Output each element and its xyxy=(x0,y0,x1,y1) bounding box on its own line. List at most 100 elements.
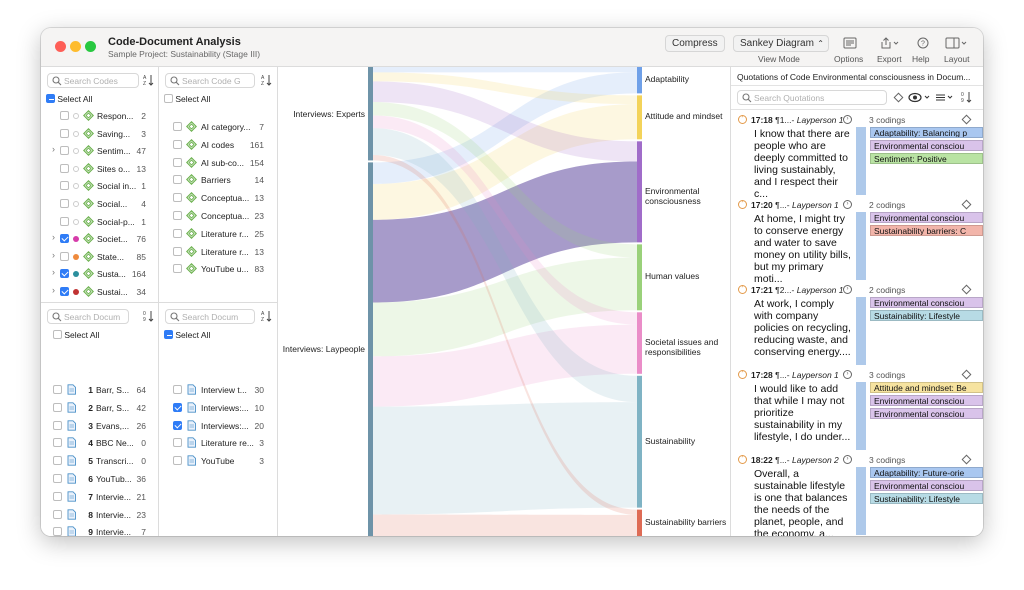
document-checkbox[interactable] xyxy=(53,509,62,519)
code-group-checkbox[interactable] xyxy=(173,139,182,149)
code-groups-search-input[interactable] xyxy=(182,75,252,86)
document-row[interactable]: 4 BBC Ne... 0 xyxy=(41,436,158,450)
eye-icon[interactable] xyxy=(908,92,932,103)
coding-tag[interactable]: Sustainability barriers: C xyxy=(870,225,983,236)
sankey-source-node[interactable] xyxy=(368,162,373,536)
document-checkbox[interactable] xyxy=(53,474,62,483)
documents-search[interactable] xyxy=(47,309,129,324)
sankey-target-node[interactable] xyxy=(637,244,642,311)
code-checkbox[interactable] xyxy=(60,234,69,244)
code-row[interactable]: › Sentim... 47 xyxy=(41,144,158,158)
coding-tag[interactable]: Environmental consciou xyxy=(870,408,983,419)
coding-tag[interactable]: Attitude and mindset: Be xyxy=(870,382,983,393)
document-groups-select-all[interactable]: Select All xyxy=(164,330,210,342)
chevron-right-icon[interactable]: › xyxy=(52,250,55,260)
code-row[interactable]: Respon... 2 xyxy=(41,109,158,123)
code-checkbox[interactable] xyxy=(60,269,69,279)
code-groups-search[interactable] xyxy=(165,73,255,88)
code-group-checkbox[interactable] xyxy=(173,211,182,220)
document-group-checkbox[interactable] xyxy=(173,420,182,430)
document-checkbox[interactable] xyxy=(53,527,62,536)
sankey-target-node[interactable] xyxy=(637,509,642,536)
code-group-row[interactable]: Barriers 14 xyxy=(159,173,277,187)
code-groups-select-all[interactable]: Select All xyxy=(164,94,210,106)
coding-tag[interactable]: Adaptability: Balancing p xyxy=(870,127,983,138)
sort-az-icon[interactable]: AZ xyxy=(261,74,272,86)
coding-tag[interactable]: Environmental consciou xyxy=(870,395,983,406)
document-group-checkbox[interactable] xyxy=(173,402,182,412)
sankey-target-node[interactable] xyxy=(637,312,642,374)
code-group-checkbox[interactable] xyxy=(173,228,182,238)
document-group-checkbox[interactable] xyxy=(173,438,182,448)
quotation-card[interactable]: ” 17:20 ¶...- Layperson 1 › At home, I migh… xyxy=(731,198,983,285)
document-row[interactable]: 8 Intervie... 23 xyxy=(41,508,158,522)
document-row[interactable]: 9 Intervie... 7 xyxy=(41,525,158,536)
code-group-row[interactable]: Literature r... 25 xyxy=(159,227,277,241)
code-checkbox[interactable] xyxy=(60,287,69,296)
chevron-right-icon[interactable]: › xyxy=(52,232,55,242)
diamond-icon[interactable] xyxy=(961,199,972,210)
navigate-arrow-icon[interactable]: › xyxy=(843,200,852,209)
minimize-window-button[interactable] xyxy=(70,41,81,52)
code-row[interactable]: Sites o... 13 xyxy=(41,162,158,176)
code-checkbox[interactable] xyxy=(60,128,69,138)
navigate-arrow-icon[interactable]: › xyxy=(843,285,852,294)
options-icon[interactable] xyxy=(843,37,857,49)
coding-tag[interactable]: Environmental consciou xyxy=(870,140,983,151)
codes-search[interactable] xyxy=(47,73,139,88)
document-checkbox[interactable] xyxy=(53,491,62,501)
documents-select-all[interactable]: Select All xyxy=(53,330,99,342)
layout-icon[interactable] xyxy=(945,37,969,49)
codes-search-input[interactable] xyxy=(64,75,136,86)
quotations-search[interactable] xyxy=(737,90,887,105)
code-checkbox[interactable] xyxy=(60,163,69,173)
code-row[interactable]: › Sustai... 34 xyxy=(41,285,158,299)
diamond-icon[interactable] xyxy=(961,454,972,465)
document-group-checkbox[interactable] xyxy=(173,385,182,394)
sankey-target-node[interactable] xyxy=(637,141,642,243)
sankey-flow[interactable] xyxy=(373,514,637,536)
code-row[interactable]: Social-p... 1 xyxy=(41,215,158,229)
select-all-checkbox[interactable] xyxy=(46,94,55,103)
document-row[interactable]: 7 Intervie... 21 xyxy=(41,490,158,504)
chevron-right-icon[interactable]: › xyxy=(52,285,55,295)
quotations-search-input[interactable] xyxy=(754,92,884,103)
code-group-row[interactable]: YouTube u... 83 xyxy=(159,262,277,276)
compress-button[interactable]: Compress xyxy=(665,35,725,52)
code-checkbox[interactable] xyxy=(60,111,69,120)
coding-tag[interactable]: Environmental consciou xyxy=(870,212,983,223)
code-checkbox[interactable] xyxy=(60,199,69,208)
code-row[interactable]: › Susta... 164 xyxy=(41,267,158,281)
coding-tag[interactable]: Sustainability: Lifestyle xyxy=(870,493,983,504)
sankey-flow[interactable] xyxy=(373,67,637,73)
sankey-target-node[interactable] xyxy=(637,375,642,508)
code-group-row[interactable]: Conceptua... 23 xyxy=(159,209,277,223)
navigate-arrow-icon[interactable]: › xyxy=(843,455,852,464)
code-group-checkbox[interactable] xyxy=(173,175,182,185)
codes-select-all[interactable]: Select All xyxy=(46,94,92,106)
document-row[interactable]: 2 Barr, S... 42 xyxy=(41,401,158,415)
navigate-arrow-icon[interactable]: › xyxy=(843,370,852,379)
document-row[interactable]: 6 YouTub... 36 xyxy=(41,472,158,486)
quotation-card[interactable]: ” 17:28 ¶...- Layperson 1 › I would like to… xyxy=(731,368,983,452)
diamond-icon[interactable] xyxy=(961,114,972,125)
document-group-row[interactable]: Interviews:... 10 xyxy=(159,401,277,415)
sort-09-icon[interactable]: 09 xyxy=(143,310,154,322)
navigate-arrow-icon[interactable]: › xyxy=(843,115,852,124)
document-groups-search[interactable] xyxy=(165,309,255,324)
code-group-row[interactable]: AI category... 7 xyxy=(159,120,277,134)
code-checkbox[interactable] xyxy=(60,251,69,261)
code-group-checkbox[interactable] xyxy=(173,246,182,256)
document-checkbox[interactable] xyxy=(53,385,62,394)
document-checkbox[interactable] xyxy=(53,420,62,430)
document-group-row[interactable]: Interviews:... 20 xyxy=(159,419,277,433)
code-checkbox[interactable] xyxy=(60,146,69,156)
document-checkbox[interactable] xyxy=(53,456,62,466)
coding-tag[interactable]: Sustainability: Lifestyle xyxy=(870,310,983,321)
sankey-source-node[interactable] xyxy=(368,67,373,161)
quotation-card[interactable]: ” 17:21 ¶2...- Layperson 1 › At work, I com… xyxy=(731,283,983,367)
document-checkbox[interactable] xyxy=(53,438,62,448)
document-group-row[interactable]: Literature re... 3 xyxy=(159,436,277,450)
coding-tag[interactable]: Environmental consciou xyxy=(870,297,983,308)
code-row[interactable]: Social... 4 xyxy=(41,197,158,211)
